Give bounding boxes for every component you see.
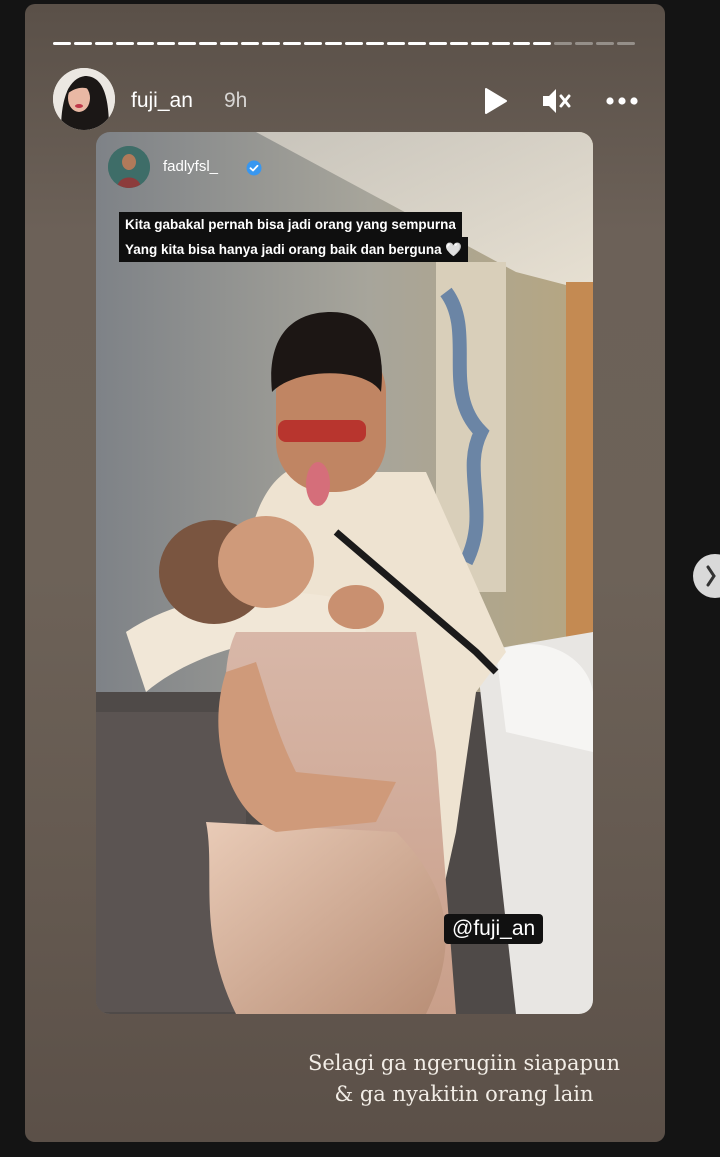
progress-segment [53,42,71,45]
progress-segment [178,42,197,45]
muted-icon [543,89,571,113]
progress-segment [491,42,510,45]
progress-segment [575,42,594,45]
post-photo [96,132,593,1014]
progress-segment [387,42,406,45]
story-card: fuji_an 9h fadlyfsl_ Kita gabakal pernah… [25,4,665,1142]
story-text-line: & ga nyakitin orang lain [334,1082,594,1106]
caption-line: Kita gabakal pernah bisa jadi orang yang… [119,212,462,237]
progress-segment [366,42,385,45]
progress-segment [449,42,468,45]
story-header: fuji_an 9h [53,68,643,136]
progress-segment [157,42,176,45]
progress-segment [324,42,343,45]
progress-segment [94,42,113,45]
verified-badge-icon [246,160,262,176]
original-author-username[interactable]: fadlyfsl_ [163,158,218,175]
progress-segment [282,42,301,45]
caption-line: Yang kita bisa hanya jadi orang baik dan… [119,237,469,262]
mute-button[interactable] [539,84,573,118]
story-progress-bar [53,42,635,46]
progress-segment [136,42,155,45]
progress-segment [303,42,322,45]
progress-segment [408,42,427,45]
play-icon [485,88,507,114]
reshared-post[interactable]: fadlyfsl_ Kita gabakal pernah bisa jadi … [96,132,593,1014]
author-avatar[interactable] [53,68,115,130]
mention-tag[interactable]: @fuji_an [444,914,544,944]
progress-segment [512,42,531,45]
story-text-line: Selagi ga ngerugiin siapapun [307,1051,621,1075]
progress-segment [220,42,239,45]
author-username[interactable]: fuji_an [131,89,193,113]
post-time: 9h [224,89,248,112]
progress-segment [617,42,635,45]
progress-segment [73,42,92,45]
progress-segment [261,42,280,45]
post-caption: Kita gabakal pernah bisa jadi orang yang… [119,212,469,262]
progress-segment [470,42,489,45]
progress-segment [199,42,218,45]
original-author-avatar[interactable] [108,146,150,188]
progress-segment [596,42,615,45]
progress-segment [241,42,259,45]
progress-segment [533,42,552,45]
progress-segment [554,42,573,45]
progress-segment [345,42,364,45]
progress-segment [429,42,447,45]
play-button[interactable] [477,84,511,118]
story-text: Selagi ga ngerugiin siapapun & ga nyakit… [279,1048,649,1110]
more-options-button[interactable] [605,84,639,118]
next-story-button[interactable] [693,554,720,598]
progress-segment [115,42,134,45]
more-icon [606,97,638,105]
chevron-right-icon [706,565,716,587]
